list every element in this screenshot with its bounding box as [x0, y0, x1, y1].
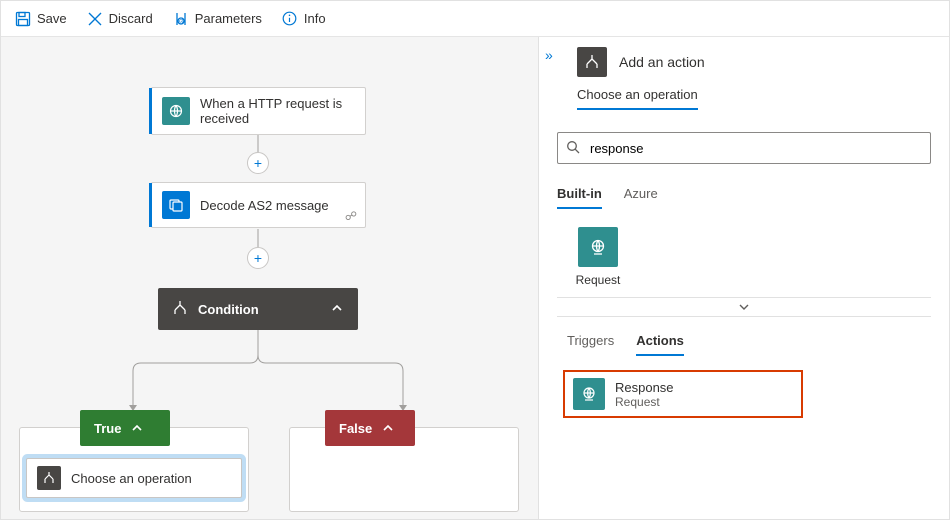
action-result-response[interactable]: Response Request [563, 370, 803, 418]
panel-header-title: Add an action [619, 54, 705, 70]
connector-label: Request [576, 273, 621, 287]
true-label: True [94, 421, 121, 436]
add-step-button-2[interactable]: + [247, 247, 269, 269]
connector-request[interactable]: Request [539, 213, 629, 297]
condition-node[interactable]: Condition [158, 288, 358, 330]
http-trigger-icon [162, 97, 190, 125]
result-subtitle: Request [615, 395, 674, 409]
choose-operation-label: Choose an operation [71, 471, 192, 486]
connection-icon: ☍ [345, 209, 357, 223]
trigger-node[interactable]: When a HTTP request is received [151, 87, 366, 135]
info-button[interactable]: Info [274, 7, 334, 31]
false-branch-box: False [289, 427, 519, 512]
request-connector-icon [578, 227, 618, 267]
info-label: Info [304, 11, 326, 26]
collapse-panel-button[interactable]: » [545, 47, 553, 63]
action-picker-panel: » Add an action Choose an operation Buil… [539, 37, 949, 519]
false-tag[interactable]: False [325, 410, 415, 446]
operation-picker-icon [37, 466, 61, 490]
action-decode-as2[interactable]: Decode AS2 message ☍ [151, 182, 366, 228]
app-root: Save Discard @ Parameters Info [0, 0, 950, 520]
panel-section-title: Choose an operation [539, 83, 949, 116]
expand-connectors-button[interactable] [557, 297, 931, 317]
add-action-icon [577, 47, 607, 77]
true-branch-box: True Choose an operation [19, 427, 249, 512]
node-accent [149, 88, 152, 134]
panel-header: Add an action [539, 37, 949, 83]
detail-tabs: Triggers Actions [539, 317, 949, 356]
save-icon [15, 11, 31, 27]
chevron-up-icon[interactable] [330, 301, 344, 318]
operation-search[interactable] [557, 132, 931, 164]
tab-triggers[interactable]: Triggers [567, 327, 614, 356]
node-accent [149, 183, 152, 227]
save-button[interactable]: Save [7, 7, 75, 31]
close-icon [87, 11, 103, 27]
tab-azure[interactable]: Azure [624, 180, 658, 209]
search-input[interactable] [588, 140, 922, 157]
designer-canvas[interactable]: When a HTTP request is received + Decode… [1, 37, 539, 519]
svg-text:@: @ [177, 18, 184, 25]
condition-label: Condition [198, 302, 259, 317]
response-action-icon [573, 378, 605, 410]
result-title: Response [615, 380, 674, 395]
tab-builtin[interactable]: Built-in [557, 180, 602, 209]
parameters-label: Parameters [195, 11, 262, 26]
discard-button[interactable]: Discard [79, 7, 161, 31]
parameters-button[interactable]: @ Parameters [165, 7, 270, 31]
condition-icon [172, 300, 188, 319]
source-tabs: Built-in Azure [539, 176, 949, 213]
search-icon [566, 140, 580, 157]
parameters-icon: @ [173, 11, 189, 27]
action-label: Decode AS2 message [200, 198, 329, 213]
false-label: False [339, 421, 372, 436]
trigger-label: When a HTTP request is received [200, 96, 355, 126]
save-label: Save [37, 11, 67, 26]
info-icon [282, 11, 298, 27]
toolbar: Save Discard @ Parameters Info [1, 1, 949, 37]
true-tag[interactable]: True [80, 410, 170, 446]
result-meta: Response Request [615, 380, 674, 409]
main-area: When a HTTP request is received + Decode… [1, 37, 949, 519]
choose-operation-button[interactable]: Choose an operation [26, 458, 242, 498]
decode-as2-icon [162, 191, 190, 219]
add-step-button-1[interactable]: + [247, 152, 269, 174]
tab-actions[interactable]: Actions [636, 327, 684, 356]
discard-label: Discard [109, 11, 153, 26]
